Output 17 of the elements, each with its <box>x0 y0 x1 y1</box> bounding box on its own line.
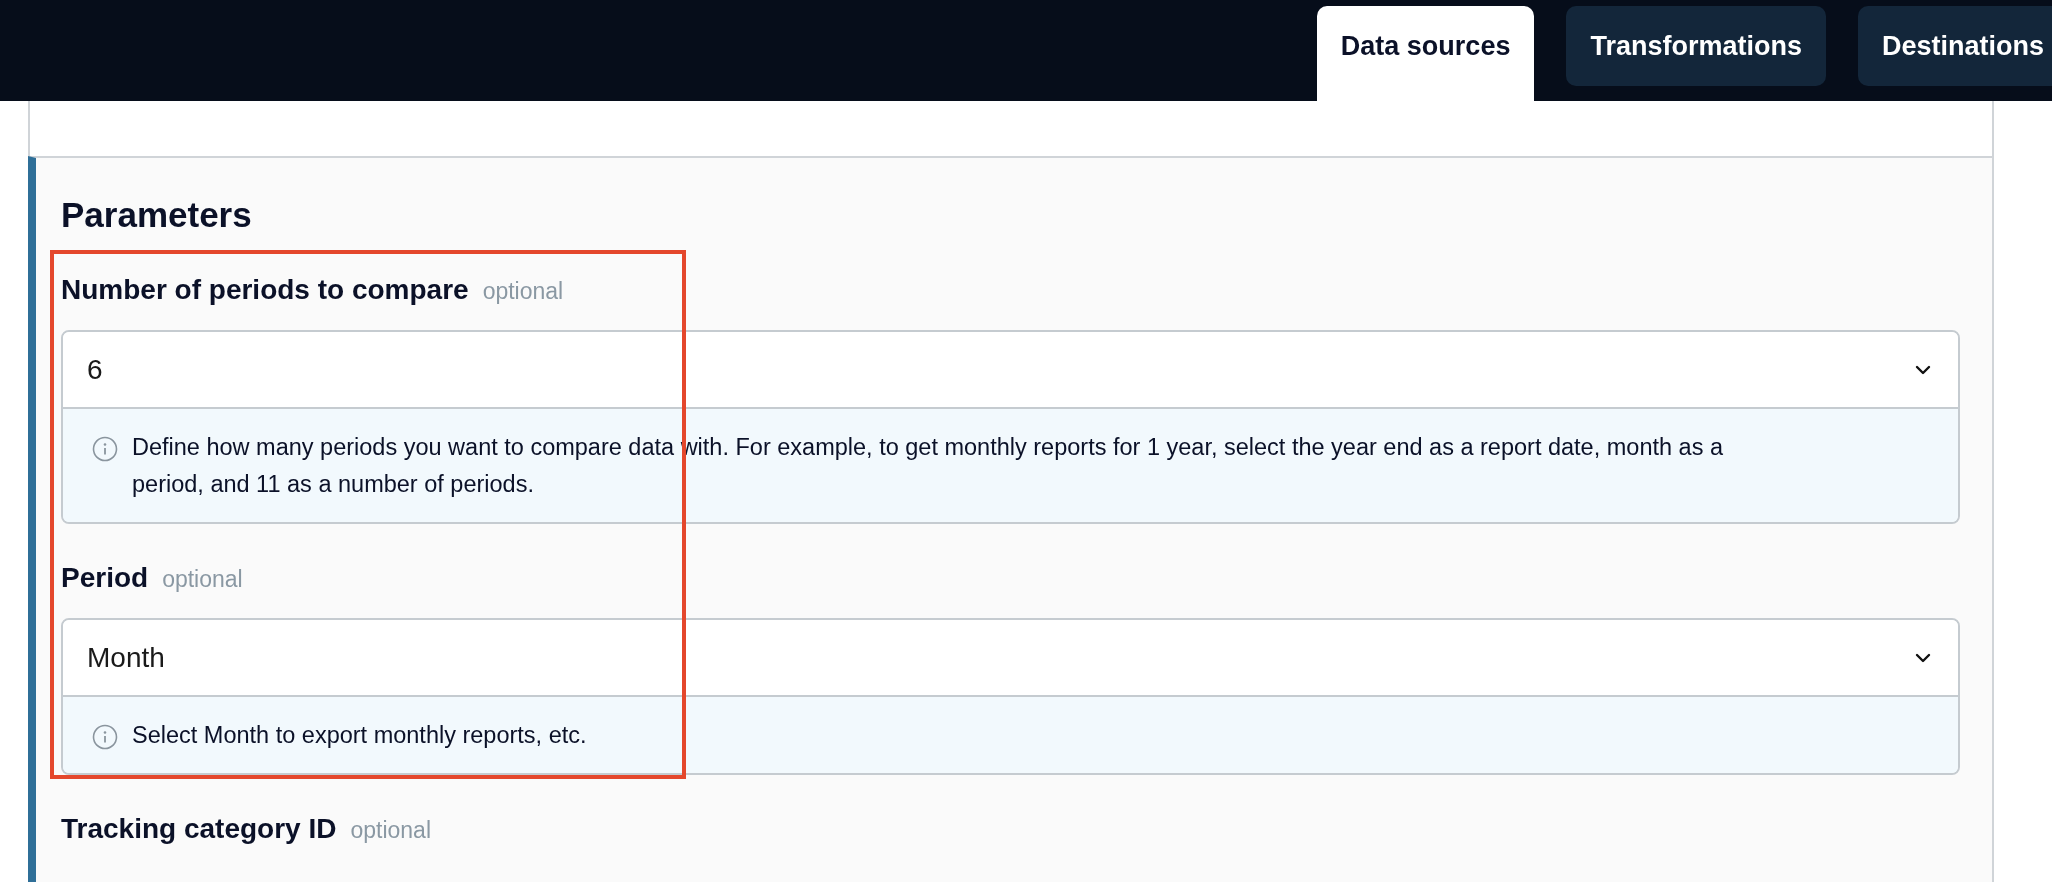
help-text: Select Month to export monthly reports, etc. <box>132 721 587 750</box>
dropdown-field[interactable]: Month <box>63 620 1958 695</box>
optional-tag: optional <box>482 278 564 305</box>
nav-tab[interactable]: Transformations <box>1566 6 1826 86</box>
optional-tag: optional <box>350 817 431 844</box>
info-icon <box>92 724 118 750</box>
field-label: Period <box>61 562 149 594</box>
chevron-down-icon <box>1914 363 1932 376</box>
nav-tab[interactable]: Data sources <box>1316 6 1535 101</box>
nav-tab[interactable]: Destinations <box>1857 6 2052 86</box>
dropdown-field[interactable]: 6 <box>63 332 1958 407</box>
section-title: Parameters <box>61 194 253 236</box>
optional-tag: optional <box>162 566 243 593</box>
field-label: Number of periods to compare <box>61 274 469 306</box>
info-icon <box>92 436 118 462</box>
field-label: Tracking category ID <box>61 813 337 845</box>
chevron-down-icon <box>1914 651 1932 664</box>
